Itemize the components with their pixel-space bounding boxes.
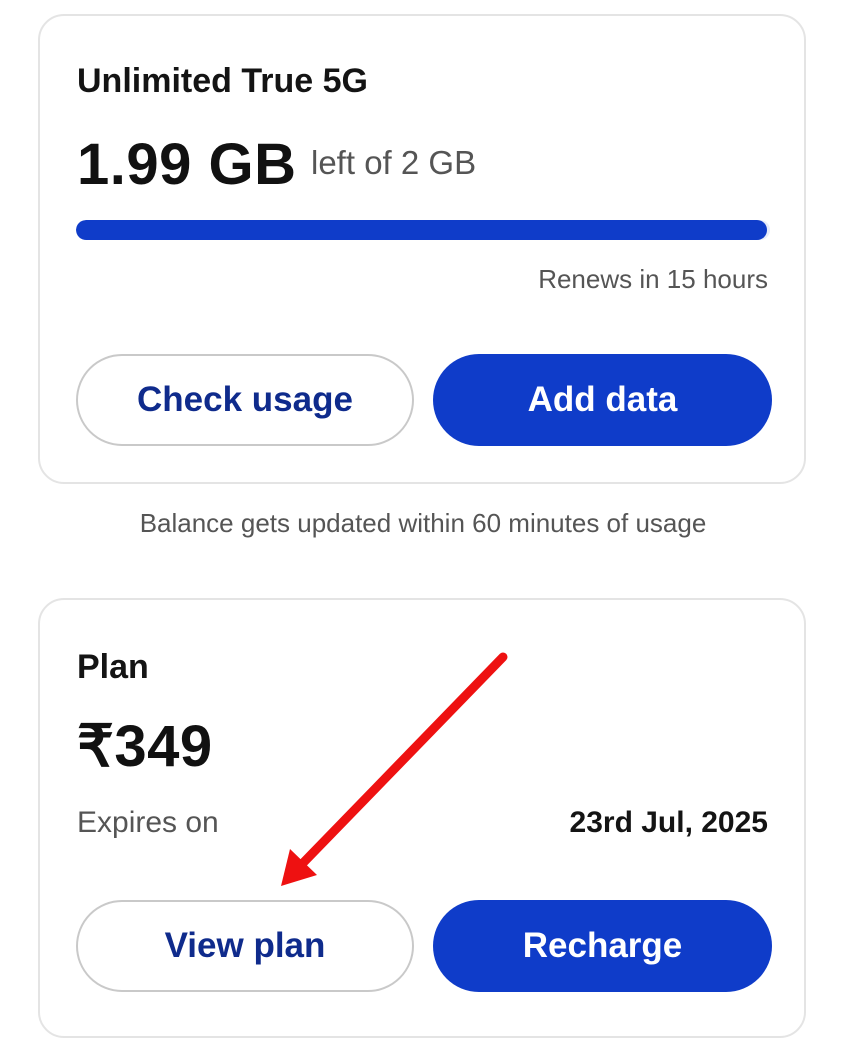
plan-card: Plan ₹349 Expires on 23rd Jul, 2025 View…	[38, 598, 806, 1038]
check-usage-button[interactable]: Check usage	[76, 354, 414, 446]
data-balance-card: Unlimited True 5G 1.99 GB left of 2 GB R…	[38, 14, 806, 484]
balance-update-note: Balance gets updated within 60 minutes o…	[139, 508, 707, 538]
expires-label: Expires on	[77, 806, 219, 839]
recharge-button[interactable]: Recharge	[433, 900, 772, 992]
plan-title: Plan	[77, 648, 149, 686]
data-remaining-value: 1.99 GB	[77, 132, 297, 197]
data-usage-progress-fill	[76, 220, 767, 240]
plan-price: ₹349	[77, 714, 213, 779]
add-data-button[interactable]: Add data	[433, 354, 772, 446]
view-plan-button[interactable]: View plan	[76, 900, 414, 992]
expires-date: 23rd Jul, 2025	[569, 806, 768, 839]
renews-text: Renews in 15 hours	[538, 264, 768, 294]
data-remaining-suffix: left of 2 GB	[311, 144, 477, 181]
data-plan-title: Unlimited True 5G	[77, 62, 368, 100]
data-usage-progress-bar	[76, 220, 770, 240]
